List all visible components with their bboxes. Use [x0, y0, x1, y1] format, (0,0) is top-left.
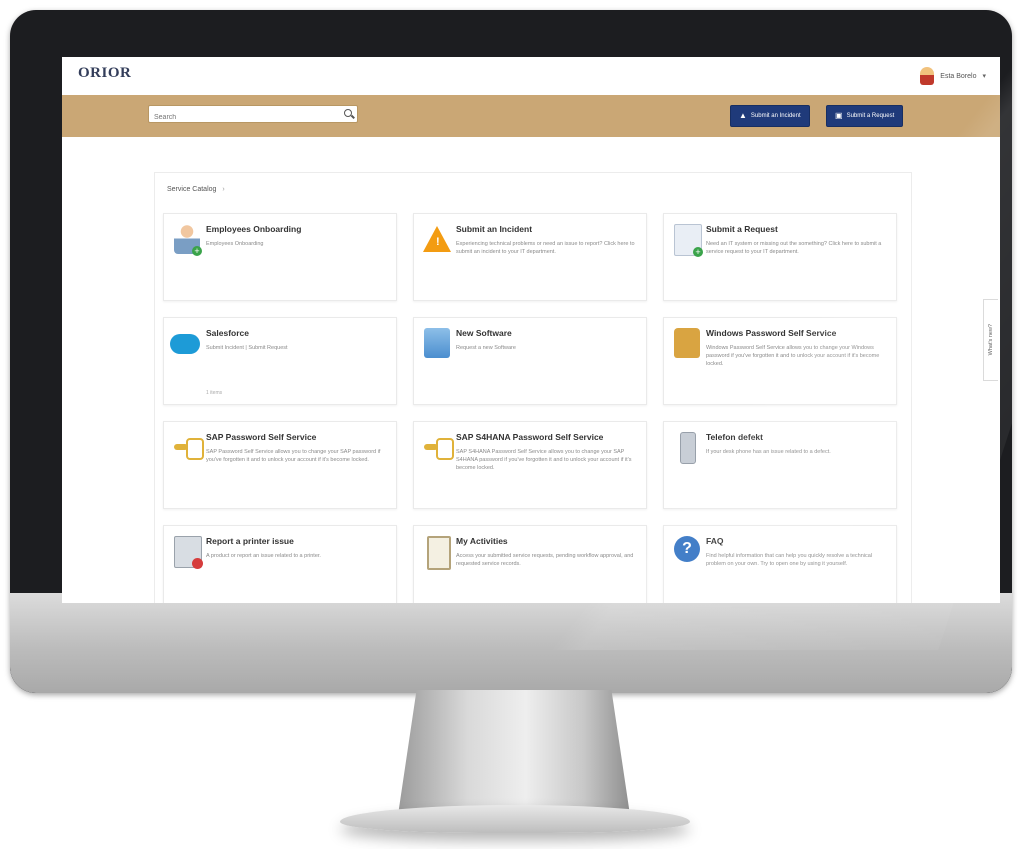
catalog-card[interactable]: ? FAQ Find helpful information that can …: [663, 525, 897, 603]
card-title: Report a printer issue: [206, 536, 294, 546]
card-title: Windows Password Self Service: [706, 328, 837, 338]
card-title: FAQ: [706, 536, 724, 546]
card-description: Employees Onboarding: [206, 241, 264, 247]
clipboard-icon: [427, 536, 451, 570]
submit-incident-label: Submit an Incident: [750, 113, 801, 119]
catalog-card[interactable]: Windows Password Self Service Windows Pa…: [663, 317, 897, 405]
search-banner: ▲ Submit an Incident ▣ Submit a Request: [62, 95, 1000, 137]
chevron-down-icon: ▾: [982, 73, 986, 80]
whats-new-label: What's new?: [988, 324, 994, 356]
warning-icon: ▲: [739, 111, 747, 120]
service-catalog-panel: Service Catalog › + Employees Onboarding…: [154, 172, 912, 603]
card-description: Submit Incident | Submit Request: [206, 345, 288, 351]
card-footer: 1 items: [206, 390, 223, 396]
document-icon: +: [674, 224, 703, 257]
monitor-bezel: ORIOR Esta Borelo ▾ ▲ Submit an Incident…: [10, 10, 1012, 693]
search-icon[interactable]: [344, 109, 352, 117]
monitor-chin: [10, 593, 1012, 693]
card-title: SAP Password Self Service: [206, 432, 317, 442]
card-description: Request a new Software: [456, 345, 516, 351]
card-title: Telefon defekt: [706, 432, 763, 442]
card-description: Find helpful information that can help y…: [706, 553, 873, 567]
card-description: A product or report an issue related to …: [206, 553, 321, 559]
catalog-card[interactable]: SAP S4HANA Password Self Service SAP S4H…: [413, 421, 647, 509]
breadcrumb-label: Service Catalog: [167, 186, 217, 193]
catalog-card[interactable]: SAP Password Self Service SAP Password S…: [163, 421, 397, 509]
card-title: Submit a Request: [706, 224, 778, 234]
card-description: Windows Password Self Service allows you…: [706, 345, 880, 367]
user-menu[interactable]: Esta Borelo ▾: [920, 67, 986, 85]
card-description: SAP Password Self Service allows you to …: [206, 449, 381, 463]
breadcrumb[interactable]: Service Catalog ›: [167, 186, 225, 193]
card-title: SAP S4HANA Password Self Service: [456, 432, 604, 442]
catalog-card[interactable]: Report a printer issue A product or repo…: [163, 525, 397, 603]
document-icon: ▣: [835, 111, 843, 120]
card-title: Submit an Incident: [456, 224, 533, 234]
phone-icon: [680, 432, 696, 464]
catalog-card[interactable]: + Employees Onboarding Employees Onboard…: [163, 213, 397, 301]
card-description: Need an IT system or missing out the som…: [706, 241, 882, 255]
help-icon: ?: [674, 536, 700, 562]
avatar: [920, 67, 935, 85]
salesforce-cloud-icon: [170, 328, 200, 358]
printer-icon: [174, 536, 203, 569]
submit-request-label: Submit a Request: [846, 113, 895, 119]
card-description: Experiencing technical problems or need …: [456, 241, 635, 255]
screen: ORIOR Esta Borelo ▾ ▲ Submit an Incident…: [62, 57, 1000, 603]
search-input[interactable]: [149, 109, 334, 126]
person-add-icon: +: [174, 224, 202, 256]
warning-icon: !: [423, 224, 451, 254]
catalog-card[interactable]: Telefon defekt If your desk phone has an…: [663, 421, 897, 509]
card-title: Employees Onboarding: [206, 224, 302, 234]
monitor-stand: [398, 690, 630, 815]
company-logo[interactable]: ORIOR: [78, 65, 131, 82]
user-name: Esta Borelo: [940, 72, 977, 80]
software-box-icon: [424, 328, 450, 358]
catalog-card[interactable]: New Software Request a new Software: [413, 317, 647, 405]
search-box[interactable]: [148, 105, 358, 126]
card-description: SAP S4HANA Password Self Service allows …: [456, 449, 632, 471]
monitor-base: [340, 805, 690, 833]
key-lock-icon: [424, 432, 454, 462]
catalog-card[interactable]: Salesforce Submit Incident | Submit Requ…: [163, 317, 397, 405]
catalog-card[interactable]: + Submit a Request Need an IT system or …: [663, 213, 897, 301]
lock-user-icon: [674, 328, 700, 358]
catalog-card[interactable]: My Activities Access your submitted serv…: [413, 525, 647, 603]
whats-new-tab[interactable]: What's new?: [983, 299, 998, 381]
submit-incident-button[interactable]: ▲ Submit an Incident: [730, 105, 810, 127]
catalog-card[interactable]: ! Submit an Incident Experiencing techni…: [413, 213, 647, 301]
card-title: My Activities: [456, 536, 508, 546]
card-description: If your desk phone has an issue related …: [706, 449, 831, 455]
key-lock-icon: [174, 432, 204, 462]
card-title: New Software: [456, 328, 512, 338]
card-title: Salesforce: [206, 328, 249, 338]
submit-request-button[interactable]: ▣ Submit a Request: [826, 105, 904, 127]
chevron-right-icon: ›: [222, 186, 225, 193]
card-description: Access your submitted service requests, …: [456, 553, 634, 567]
top-bar: ORIOR Esta Borelo ▾: [62, 57, 1000, 96]
